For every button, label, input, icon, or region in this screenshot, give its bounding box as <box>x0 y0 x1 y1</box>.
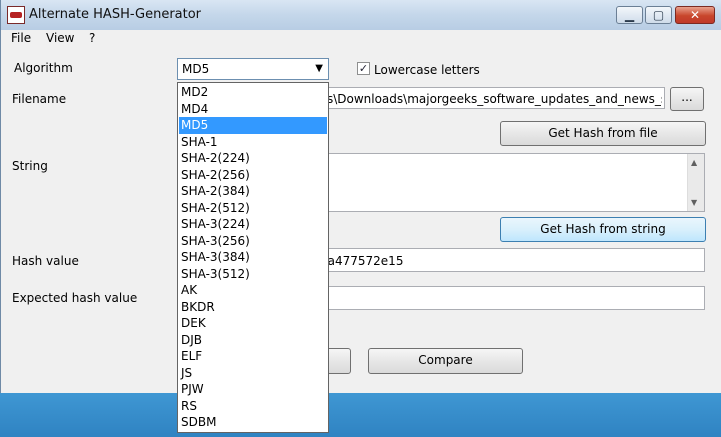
filename-label: Filename <box>12 92 67 106</box>
scroll-down-icon[interactable]: ▼ <box>691 198 697 207</box>
lowercase-checkbox[interactable]: ✓ <box>357 62 370 75</box>
maximize-button[interactable]: ▢ <box>645 6 672 24</box>
compare-button[interactable]: Compare <box>368 348 523 374</box>
algorithm-option[interactable]: JS <box>179 365 327 382</box>
chevron-down-icon: ▼ <box>315 63 323 74</box>
menu-file[interactable]: File <box>11 31 31 45</box>
algorithm-option[interactable]: SHA-3(224) <box>179 216 327 233</box>
algorithm-option[interactable]: SHA-1 <box>179 134 327 151</box>
title-bar[interactable]: Alternate HASH-Generator ▁ ▢ ✕ <box>1 0 721 30</box>
algorithm-option[interactable]: AK <box>179 282 327 299</box>
menu-bar: File View ? <box>1 30 721 48</box>
algorithm-option[interactable]: SHA-2(512) <box>179 200 327 217</box>
window-title: Alternate HASH-Generator <box>29 7 202 22</box>
algorithm-option[interactable]: PJW <box>179 381 327 398</box>
browse-button[interactable]: ... <box>670 87 704 111</box>
algorithm-label: Algorithm <box>14 61 73 75</box>
algorithm-option[interactable]: MD4 <box>179 101 327 118</box>
string-label: String <box>12 159 48 173</box>
algorithm-option[interactable]: SHA-3(384) <box>179 249 327 266</box>
close-button[interactable]: ✕ <box>675 6 715 24</box>
desktop-bottom <box>0 393 721 437</box>
algorithm-option[interactable]: SHA-3(256) <box>179 233 327 250</box>
scroll-up-icon[interactable]: ▲ <box>691 158 697 167</box>
algorithm-option[interactable]: SHA-2(384) <box>179 183 327 200</box>
algorithm-option[interactable]: RS <box>179 398 327 415</box>
expected-hash-label: Expected hash value <box>12 291 138 305</box>
algorithm-dropdown-list[interactable]: MD2 MD4 MD5 SHA-1 SHA-2(224) SHA-2(256) SHA-2(… <box>177 82 329 433</box>
algorithm-option[interactable]: DJB <box>179 332 327 349</box>
get-hash-string-button[interactable]: Get Hash from string <box>500 217 706 242</box>
algorithm-selected-value: MD5 <box>182 62 210 76</box>
filename-value: ks\Downloads\majorgeeks_software_updates… <box>320 92 662 106</box>
string-scrollbar[interactable]: ▲ ▼ <box>687 154 704 211</box>
menu-help[interactable]: ? <box>89 31 95 45</box>
hash-value-label: Hash value <box>12 254 79 268</box>
algorithm-option[interactable]: SDBM <box>179 414 327 431</box>
algorithm-option[interactable]: MD2 <box>179 84 327 101</box>
algorithm-option[interactable]: ELF <box>179 348 327 365</box>
algorithm-option[interactable]: SHA-2(224) <box>179 150 327 167</box>
algorithm-option[interactable]: DEK <box>179 315 327 332</box>
get-hash-file-button[interactable]: Get Hash from file <box>500 121 706 146</box>
app-logo-icon <box>7 6 25 24</box>
algorithm-option[interactable]: BKDR <box>179 299 327 316</box>
algorithm-option[interactable]: SHA-2(256) <box>179 167 327 184</box>
app-window: Alternate HASH-Generator ▁ ▢ ✕ File View… <box>0 0 721 433</box>
menu-view[interactable]: View <box>46 31 74 45</box>
hash-value-text: 0a477572e15 <box>320 254 404 268</box>
algorithm-select[interactable]: MD5 ▼ <box>177 58 329 80</box>
algorithm-option[interactable]: MD5 <box>179 117 327 134</box>
lowercase-label: Lowercase letters <box>374 63 480 77</box>
algorithm-option[interactable]: SHA-3(512) <box>179 266 327 283</box>
minimize-button[interactable]: ▁ <box>616 6 643 24</box>
